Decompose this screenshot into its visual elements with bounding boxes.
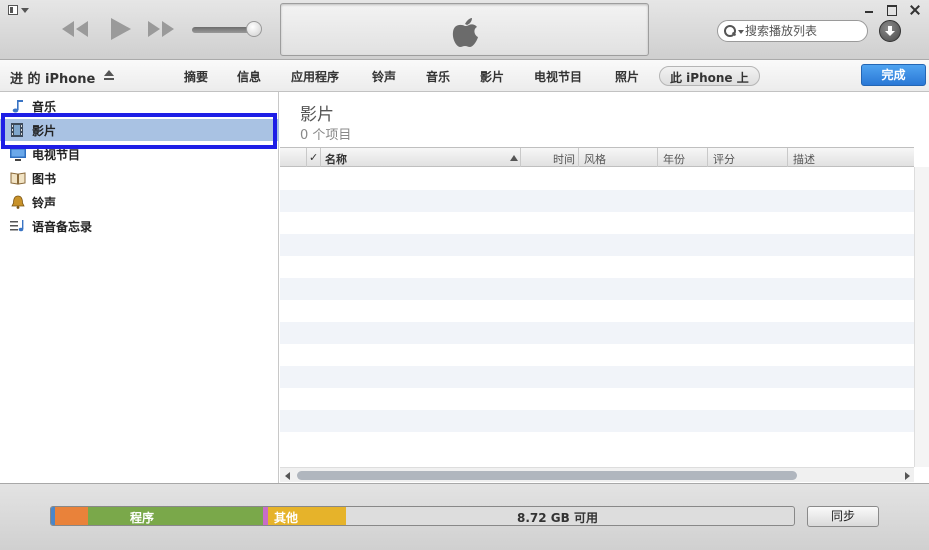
horizontal-scrollbar[interactable] [280, 467, 914, 482]
capacity-bar[interactable]: 程序 其他 8.72 GB 可用 [50, 506, 795, 526]
table-row [280, 432, 914, 454]
sidebar-item-label: 图书 [32, 172, 57, 186]
done-button[interactable]: 完成 [861, 64, 926, 86]
table-row [280, 190, 914, 212]
toolbar [0, 0, 929, 60]
column-divider [520, 148, 521, 167]
voice-memo-icon [10, 219, 26, 233]
table-row [280, 212, 914, 234]
selection-highlight-box [1, 113, 277, 149]
sidebar-item-label: 铃声 [32, 196, 57, 210]
sidebar-item-ringtones[interactable]: 铃声 [0, 191, 279, 213]
volume-slider[interactable] [192, 21, 262, 37]
column-genre[interactable]: 风格 [584, 151, 606, 167]
apple-logo-icon [451, 15, 479, 48]
table-row [280, 300, 914, 322]
tv-icon [10, 147, 26, 161]
chevron-down-icon[interactable] [738, 30, 744, 34]
scroll-right-icon[interactable] [905, 472, 910, 480]
table-row [280, 388, 914, 410]
rewind-icon[interactable] [60, 16, 90, 42]
close-icon[interactable] [906, 3, 924, 17]
column-rating[interactable]: 评分 [713, 151, 735, 167]
item-count: 0 个项目 [300, 128, 352, 143]
column-check[interactable]: ✓ [309, 151, 318, 164]
tab-photos[interactable]: 照片 [615, 68, 639, 85]
device-nav-bar: 进 的 iPhone 摘要 信息 应用程序 铃声 音乐 影片 电视节目 照片 此… [0, 60, 929, 92]
capacity-segment-video [55, 507, 88, 525]
table-row [280, 278, 914, 300]
search-input[interactable] [745, 22, 863, 40]
search-box[interactable] [717, 20, 868, 42]
sidebar-item-voice-memos[interactable]: 语音备忘录 [0, 215, 279, 237]
status-bar: 程序 其他 8.72 GB 可用 同步 [0, 483, 929, 550]
column-divider [657, 148, 658, 167]
table-row [280, 168, 914, 190]
sort-ascending-icon[interactable] [510, 155, 518, 161]
column-divider [306, 148, 307, 167]
table-header: ✓ 名称 时间 风格 年份 评分 描述 [280, 147, 914, 167]
sidebar-item-books[interactable]: 图书 [0, 167, 279, 189]
book-icon [10, 171, 26, 185]
table-row [280, 410, 914, 432]
column-description[interactable]: 描述 [793, 151, 815, 167]
eject-icon[interactable] [104, 70, 114, 80]
device-name[interactable]: 进 的 iPhone [10, 68, 95, 87]
column-divider [707, 148, 708, 167]
column-year[interactable]: 年份 [663, 151, 685, 167]
fast-forward-icon[interactable] [146, 16, 176, 42]
capacity-other-label: 其他 [274, 511, 299, 525]
sidebar-item-label: 语音备忘录 [32, 220, 93, 234]
table-row [280, 344, 914, 366]
page-title: 影片 [300, 105, 334, 125]
minimize-icon[interactable] [860, 3, 878, 17]
scrollbar-thumb[interactable] [297, 471, 797, 480]
main-content: 影片 0 个项目 ✓ 名称 时间 风格 年份 评分 描述 [280, 92, 929, 483]
sidebar: 音乐 影片 电视节目 图书 铃声 语音备忘录 [0, 92, 279, 483]
table-row [280, 256, 914, 278]
column-time[interactable]: 时间 [553, 151, 575, 167]
free-space-label: 8.72 GB 可用 [517, 511, 598, 525]
table-row [280, 366, 914, 388]
column-divider [578, 148, 579, 167]
capacity-segment-apps: 程序 [88, 507, 263, 525]
tab-info[interactable]: 信息 [237, 68, 261, 85]
bell-icon [10, 195, 26, 209]
column-name[interactable]: 名称 [325, 151, 347, 167]
table-row [280, 322, 914, 344]
sync-button[interactable]: 同步 [807, 506, 879, 527]
music-note-icon [10, 99, 26, 113]
tab-music[interactable]: 音乐 [426, 68, 450, 85]
tab-ringtones[interactable]: 铃声 [372, 68, 396, 85]
play-icon[interactable] [107, 16, 133, 42]
search-icon[interactable] [724, 25, 736, 37]
tab-apps[interactable]: 应用程序 [291, 68, 339, 85]
vertical-scrollbar[interactable] [914, 167, 929, 467]
tab-movies[interactable]: 影片 [480, 68, 504, 85]
maximize-icon[interactable] [883, 3, 901, 17]
capacity-segment-other: 其他 [268, 507, 346, 525]
tab-on-this-iphone[interactable]: 此 iPhone 上 [659, 66, 760, 86]
tab-summary[interactable]: 摘要 [184, 68, 208, 85]
tab-tv-shows[interactable]: 电视节目 [534, 68, 582, 85]
download-icon[interactable] [879, 20, 901, 42]
capacity-apps-label: 程序 [130, 511, 155, 525]
scroll-left-icon[interactable] [285, 472, 290, 480]
table-row [280, 234, 914, 256]
column-divider [320, 148, 321, 167]
column-divider [787, 148, 788, 167]
volume-knob[interactable] [246, 21, 262, 37]
window-menu-icon[interactable] [8, 5, 30, 17]
now-playing-display [280, 3, 649, 56]
